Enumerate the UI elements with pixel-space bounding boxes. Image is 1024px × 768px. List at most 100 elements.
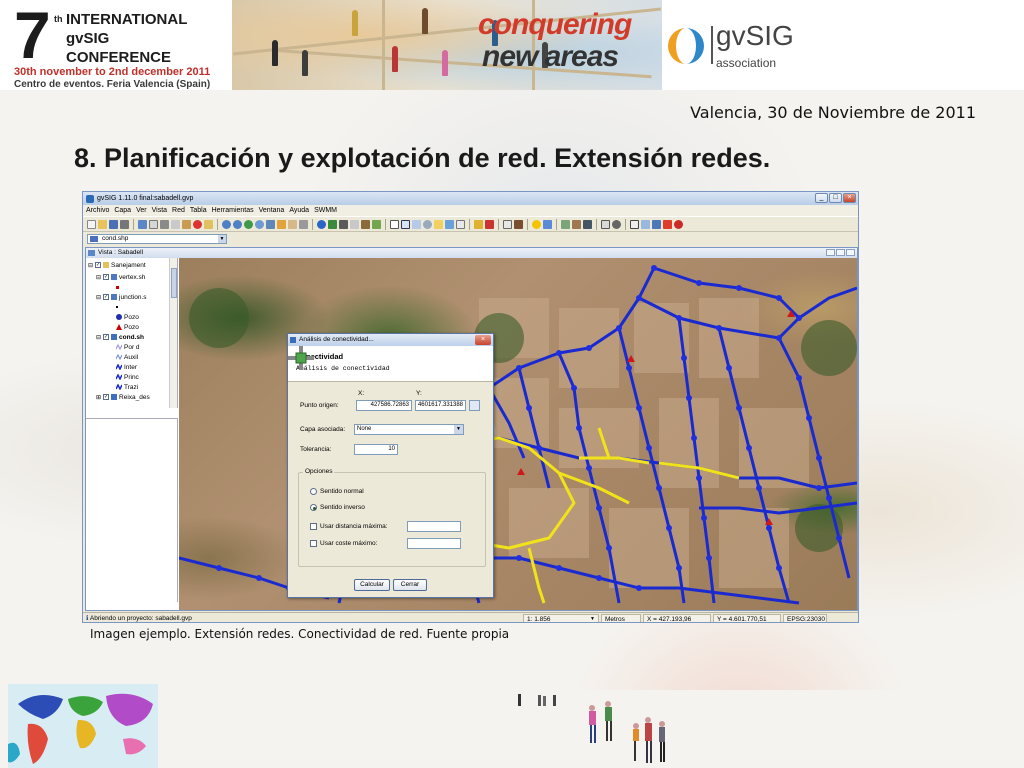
menu-red[interactable]: Red [172,207,185,214]
zoom-select-icon[interactable] [277,219,286,229]
origin-x-input[interactable]: 427586.72863 [356,400,412,411]
hyperlink-icon[interactable] [328,219,337,229]
view-icon [88,250,95,256]
zoom-full-icon[interactable] [244,219,253,229]
calculate-button[interactable]: Calcular [354,579,390,591]
menu-tabla[interactable]: Tabla [190,207,207,214]
route-icon[interactable] [514,219,523,229]
menu-ventana[interactable]: Ventana [259,207,285,214]
max-cost-input[interactable] [407,538,461,549]
invert-selection-icon[interactable] [445,219,454,229]
paste-icon[interactable] [182,219,191,229]
stop-icon[interactable] [193,219,202,229]
pan-icon[interactable] [288,219,297,229]
max-distance-checkbox[interactable] [310,523,317,530]
layer-visibility-checkbox[interactable]: ✓ [103,334,110,340]
menu-herramientas[interactable]: Herramientas [212,207,254,214]
raster-icon[interactable] [572,219,581,229]
info-icon[interactable] [317,219,326,229]
y-label: Y: [416,390,422,397]
select-polygon-icon[interactable] [412,219,421,229]
tolerance-label: Tolerancia: [300,446,332,453]
menu-archivo[interactable]: Archivo [86,207,109,214]
edit-table-icon[interactable] [503,219,512,229]
map-canvas[interactable]: Análisis de conectividad... × Conectivid… [179,258,857,610]
menu-capa[interactable]: Capa [114,207,131,214]
direction-normal-radio[interactable] [310,488,317,495]
dialog-close-button[interactable]: × [475,335,491,345]
zoom-prev-icon[interactable] [255,219,264,229]
select-layer-icon[interactable] [434,219,443,229]
direction-inverse-radio[interactable] [310,504,317,511]
properties-icon[interactable] [204,219,213,229]
polyline-tool-icon[interactable] [652,219,661,229]
menu-ayuda[interactable]: Ayuda [289,207,309,214]
toc-row-layer[interactable]: ⊟ ✓ cond.sh [96,332,144,342]
toc-row-layer[interactable]: ⊞ ✓ Reixa_des [96,392,150,402]
table-icon[interactable] [149,219,158,229]
line-symbol-icon [116,344,122,350]
network-icon[interactable] [485,219,494,229]
toc-row-layer[interactable]: ⊟ ✓ vertex.sh [96,272,145,282]
tooltip-icon[interactable] [350,219,359,229]
conference-banner: 7 th INTERNATIONAL gvSIG CONFERENCE 30th… [0,0,1024,90]
layer-visibility-checkbox[interactable]: ✓ [103,274,110,280]
gvsig-app-window: gvSIG 1.11.0 final:sabadell.gvp _ □ × Ar… [82,191,859,623]
new-file-icon[interactable] [87,219,96,229]
layer-visibility-checkbox[interactable]: ✓ [103,394,110,400]
active-layer-select[interactable]: cond.shp ▼ [87,234,227,244]
open-folder-icon[interactable] [98,219,107,229]
zoom-out-icon[interactable] [233,219,242,229]
print-icon[interactable] [120,219,129,229]
toc-row-group[interactable]: ⊟ ✓ Sanejament [88,260,146,270]
snap-icon[interactable] [674,219,683,229]
view-maximize-button[interactable] [836,249,845,256]
filter-icon[interactable] [474,219,483,229]
minimize-button[interactable]: _ [815,193,828,203]
save-icon[interactable] [109,219,118,229]
line-tool-icon[interactable] [641,219,650,229]
area-icon[interactable] [372,219,381,229]
layer-visibility-checkbox[interactable]: ✓ [95,262,102,268]
image-icon[interactable] [561,219,570,229]
window-icon[interactable] [601,219,610,229]
menu-vista[interactable]: Vista [152,207,167,214]
view-close-button[interactable] [846,249,855,256]
close-button[interactable]: × [843,193,856,203]
zoom-in-icon[interactable] [222,219,231,229]
locator-icon[interactable] [339,219,348,229]
associated-layer-value: None [357,426,372,432]
tolerance-input[interactable]: 10 [354,444,398,455]
edit-vertex-icon[interactable] [630,219,639,229]
view-minimize-button[interactable] [826,249,835,256]
search-icon[interactable] [612,219,621,229]
max-distance-input[interactable] [407,521,461,532]
select-rect-icon[interactable] [401,219,410,229]
select-arrow-icon[interactable] [390,219,399,229]
select-circle-icon[interactable] [423,219,432,229]
measure-icon[interactable] [299,219,308,229]
cut-icon[interactable] [160,219,169,229]
pick-point-icon[interactable] [469,400,480,411]
conference-logo: 7 th INTERNATIONAL gvSIG CONFERENCE 30th… [10,2,220,90]
distance-icon[interactable] [361,219,370,229]
max-cost-checkbox[interactable] [310,540,317,547]
grid-icon[interactable] [543,219,552,229]
toc-row-layer[interactable]: ⊟ ✓ junction.s [96,292,147,302]
scale-select[interactable]: 1: 1.856 ▼ [523,613,599,622]
associated-layer-select[interactable]: None ▼ [354,424,464,435]
clear-selection-icon[interactable] [456,219,465,229]
menu-swmm[interactable]: SWMM [314,207,337,214]
toc-scrollbar[interactable] [169,258,177,408]
zoom-layer-icon[interactable] [266,219,275,229]
color-icon[interactable] [532,219,541,229]
close-dialog-button[interactable]: Cerrar [393,579,427,591]
copy-icon[interactable] [171,219,180,229]
layers-icon[interactable] [138,219,147,229]
histogram-icon[interactable] [583,219,592,229]
layer-visibility-checkbox[interactable]: ✓ [103,294,110,300]
delete-feature-icon[interactable] [663,219,672,229]
maximize-button[interactable]: □ [829,193,842,203]
menu-ver[interactable]: Ver [136,207,147,214]
origin-y-input[interactable]: 4601617.331388 [415,400,466,411]
